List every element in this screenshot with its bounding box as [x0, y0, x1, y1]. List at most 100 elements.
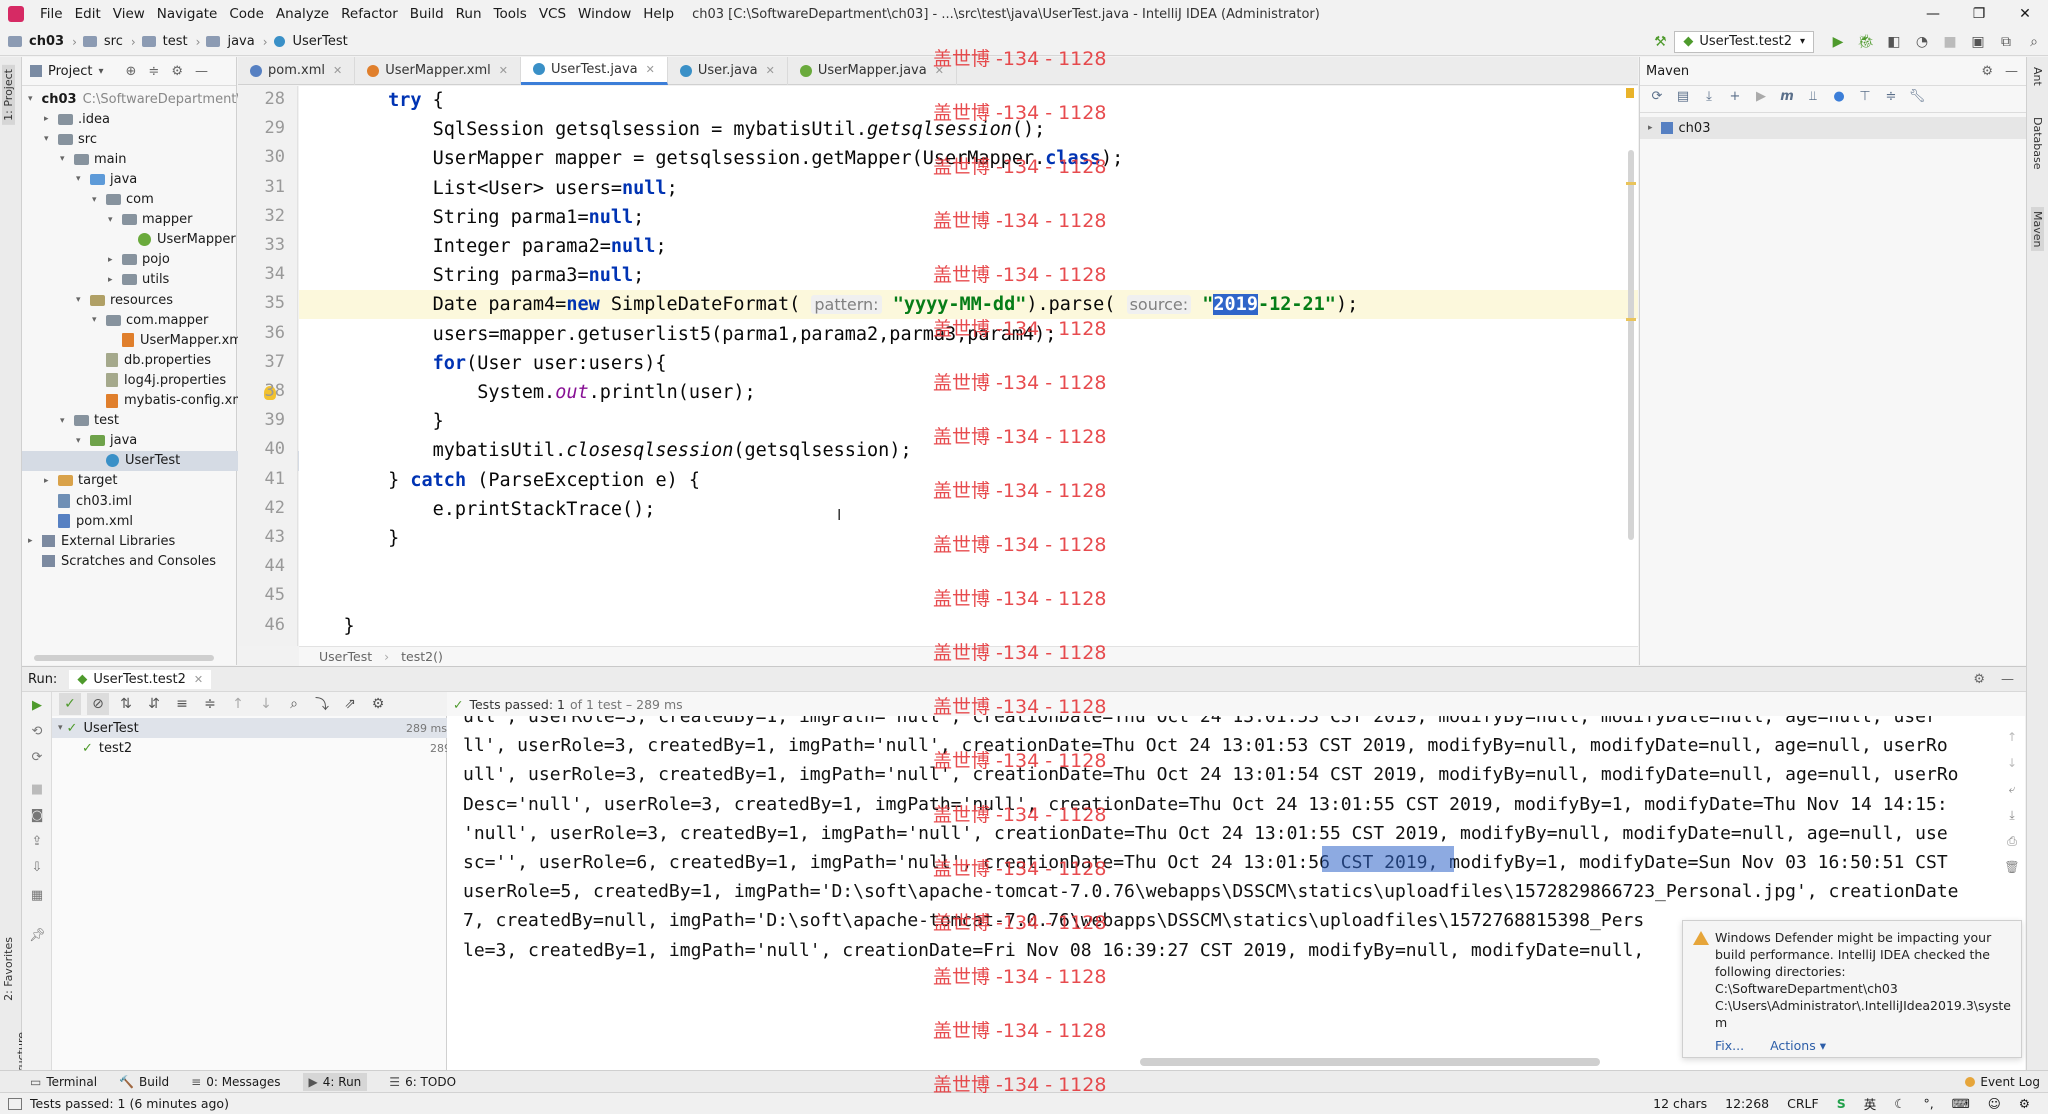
project-structure-icon[interactable]: ▣	[1967, 31, 1989, 53]
project-tree-item[interactable]: ▾ ch03 C:\SoftwareDepartment\ch0	[22, 89, 264, 109]
export-icon[interactable]: ⇪	[29, 834, 45, 850]
tool-tab-database[interactable]: Database	[2031, 117, 2044, 170]
code-editor[interactable]: try { SqlSession getsqlsession = mybatis…	[299, 86, 1638, 646]
error-stripe-mark[interactable]	[1626, 182, 1636, 185]
selection-chars[interactable]: 12 chars	[1653, 1096, 1707, 1111]
reload-icon[interactable]: ⟳	[1646, 89, 1668, 109]
breadcrumb-item[interactable]: java	[225, 34, 256, 49]
chevron-right-icon[interactable]: ▸	[28, 536, 38, 546]
download-icon[interactable]: ⤓	[1698, 89, 1720, 109]
menu-run[interactable]: Run	[450, 6, 488, 22]
close-icon[interactable]: ✕	[646, 63, 655, 76]
actions-link[interactable]: Actions ▾	[1770, 1037, 1826, 1054]
chevron-down-icon[interactable]: ▾	[92, 195, 102, 205]
console-line[interactable]: le=3, createdBy=1, imgPath='null', creat…	[463, 936, 1644, 965]
sort-by-duration-icon[interactable]: ⇵	[143, 693, 165, 715]
console-line[interactable]: Desc='null', userRole=3, createdBy=1, im…	[463, 790, 1948, 819]
hide-panel-icon[interactable]: —	[2005, 64, 2018, 79]
console-line[interactable]: ull', userRole=3, createdBy=1, imgPath='…	[463, 760, 1959, 789]
code-line[interactable]: try {	[299, 86, 1638, 115]
menu-file[interactable]: File	[34, 6, 69, 22]
close-icon[interactable]: ✕	[935, 64, 944, 77]
editor-vertical-scrollbar[interactable]	[1628, 150, 1634, 540]
scroll-to-end-icon[interactable]: ⤓	[2002, 808, 2022, 834]
chevron-right-icon[interactable]: ▸	[44, 114, 54, 124]
chevron-down-icon[interactable]: ▾	[108, 215, 118, 225]
code-line[interactable]: }	[299, 407, 1638, 436]
code-line[interactable]: } catch (ParseException e) {	[299, 466, 1638, 495]
show-dependencies-icon[interactable]: ⊤	[1854, 89, 1876, 109]
chevron-down-icon[interactable]: ▾	[60, 416, 70, 426]
console-line[interactable]: sc='', userRole=6, createdBy=1, imgPath=…	[463, 848, 1948, 877]
menu-window[interactable]: Window	[572, 6, 637, 22]
project-tree-item[interactable]: ▾ src	[22, 129, 259, 149]
code-line[interactable]: UserMapper mapper = getsqlsession.getMap…	[299, 144, 1638, 173]
run-icon[interactable]: ▶	[1827, 31, 1849, 53]
history-icon[interactable]: ⤵	[311, 693, 333, 715]
project-tree-item[interactable]: ▸ target	[22, 471, 259, 491]
search-icon[interactable]: ⌕	[283, 693, 305, 715]
breadcrumb-class[interactable]: UserTest	[319, 649, 372, 664]
project-tree-item[interactable]: ▸ .idea	[22, 109, 259, 129]
breadcrumb-method[interactable]: test2()	[401, 649, 443, 664]
menu-navigate[interactable]: Navigate	[151, 6, 224, 22]
project-tree-item[interactable]: ▸ External Libraries	[22, 531, 243, 551]
breadcrumb-item[interactable]: UserTest	[291, 34, 350, 49]
restore-icon[interactable]: ❐	[1956, 6, 2002, 22]
build-hammer-icon[interactable]: ⚒	[1649, 31, 1671, 53]
breadcrumb-item[interactable]: src	[102, 34, 125, 49]
collapse-all-icon[interactable]: ≑	[199, 693, 221, 715]
scroll-up-icon[interactable]: ↑	[2002, 730, 2022, 756]
breadcrumb-item[interactable]: test	[161, 34, 190, 49]
pin-icon[interactable]: 📌︎	[29, 928, 46, 944]
sort-alphabetically-icon[interactable]: ⇅	[115, 693, 137, 715]
code-line[interactable]: String parma3=null;	[299, 261, 1638, 290]
editor-tab[interactable]: UserMapper.java ✕	[788, 56, 957, 85]
code-line[interactable]: SqlSession getsqlsession = mybatisUtil.g…	[299, 115, 1638, 144]
stop-icon[interactable]: ■	[29, 782, 45, 798]
rerun-icon[interactable]: ▶	[29, 698, 45, 714]
chevron-down-icon[interactable]: ▾	[92, 315, 102, 325]
caret-position[interactable]: 12:268	[1725, 1096, 1769, 1111]
expand-all-icon[interactable]: ≡	[171, 693, 193, 715]
fix-link[interactable]: Fix...	[1715, 1037, 1744, 1054]
console-line[interactable]: userRole=5, createdBy=1, imgPath='D:\sof…	[463, 877, 1959, 906]
code-line[interactable]: String parma1=null;	[299, 203, 1638, 232]
code-line[interactable]: for(User user:users){	[299, 349, 1638, 378]
project-tree-item[interactable]: ch03.iml	[22, 491, 259, 511]
close-icon[interactable]: ✕	[499, 64, 508, 77]
test-result-row[interactable]: ✓test2289 ms	[52, 738, 477, 758]
locate-file-icon[interactable]: ⊕	[126, 64, 137, 79]
collapse-all-icon[interactable]: ≑	[148, 64, 159, 79]
show-ignored-icon[interactable]: ⊘	[87, 693, 109, 715]
gear-icon[interactable]: ⚙	[1981, 64, 1993, 79]
code-line[interactable]	[299, 582, 1638, 611]
settings-layout-icon[interactable]: ⧉	[1995, 31, 2017, 53]
editor-tab[interactable]: User.java ✕	[668, 56, 788, 85]
stop-icon[interactable]: ■	[1939, 31, 1961, 53]
previous-failed-icon[interactable]: ↑	[227, 693, 249, 715]
code-line[interactable]	[299, 553, 1638, 582]
code-line[interactable]: List<User> users=null;	[299, 174, 1638, 203]
event-log-tab[interactable]: Event Log	[1965, 1075, 2048, 1089]
chevron-right-icon[interactable]: ▸	[44, 476, 54, 486]
project-horizontal-scrollbar[interactable]	[34, 655, 214, 661]
ime-language[interactable]: 英	[1864, 1094, 1877, 1113]
chevron-down-icon[interactable]: ▾	[28, 94, 33, 104]
status-message[interactable]: Tests passed: 1 (6 minutes ago)	[30, 1096, 229, 1111]
gear-icon[interactable]: ⚙	[367, 693, 389, 715]
test-result-row[interactable]: ▾ ✓ UserTest 289 ms	[52, 718, 453, 738]
maven-tree-root[interactable]: ▸ ch03	[1640, 117, 2026, 139]
code-line[interactable]: e.printStackTrace();	[299, 495, 1638, 524]
export-results-icon[interactable]: ⇗	[339, 693, 361, 715]
tool-tab-maven[interactable]: Maven	[2031, 207, 2044, 252]
add-icon[interactable]: +	[1724, 89, 1746, 109]
collapse-all-icon[interactable]: ≑	[1880, 89, 1902, 109]
run-configuration-select[interactable]: ◆ UserTest.test2 ▾	[1674, 30, 1814, 53]
console-horizontal-scrollbar[interactable]	[1140, 1058, 1600, 1066]
toggle-offline-icon[interactable]: ⫫	[1802, 89, 1824, 109]
console-line[interactable]: 7, createdBy=null, imgPath='D:\soft\apac…	[463, 906, 1644, 935]
tool-window-tab[interactable]: ≡ 0: Messages	[191, 1075, 280, 1089]
close-icon[interactable]: ✕	[766, 64, 775, 77]
next-failed-icon[interactable]: ↓	[255, 693, 277, 715]
